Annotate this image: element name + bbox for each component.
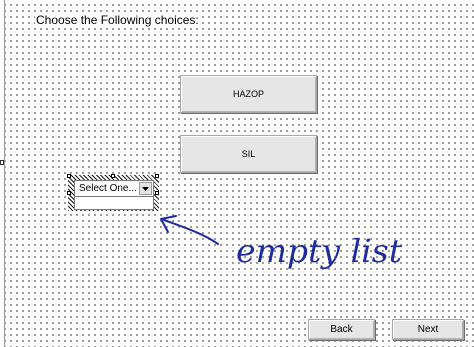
left-edge-ruler [0, 0, 5, 347]
annotation-text: empty list [236, 232, 402, 270]
resize-handle-left[interactable] [0, 160, 4, 165]
resize-handle-top[interactable] [111, 174, 115, 178]
choice-combobox[interactable]: Select One... [74, 180, 154, 197]
sil-button[interactable]: SIL [180, 135, 317, 173]
resize-handle-left-mid[interactable] [67, 191, 71, 195]
empty-listbox[interactable] [74, 197, 154, 210]
prompt-label: Choose the Following choices: [35, 12, 200, 28]
back-button[interactable]: Back [308, 319, 375, 340]
handwritten-annotation: empty list [160, 215, 402, 270]
arrow-icon [163, 219, 219, 245]
hazop-button[interactable]: HAZOP [180, 75, 317, 113]
combobox-value: Select One... [79, 183, 137, 194]
resize-handle-top-left[interactable] [67, 174, 71, 178]
next-button[interactable]: Next [392, 319, 464, 340]
resize-handle-right-mid[interactable] [155, 191, 159, 195]
resize-handle-top-right[interactable] [155, 174, 159, 178]
chevron-down-icon[interactable] [139, 182, 152, 195]
